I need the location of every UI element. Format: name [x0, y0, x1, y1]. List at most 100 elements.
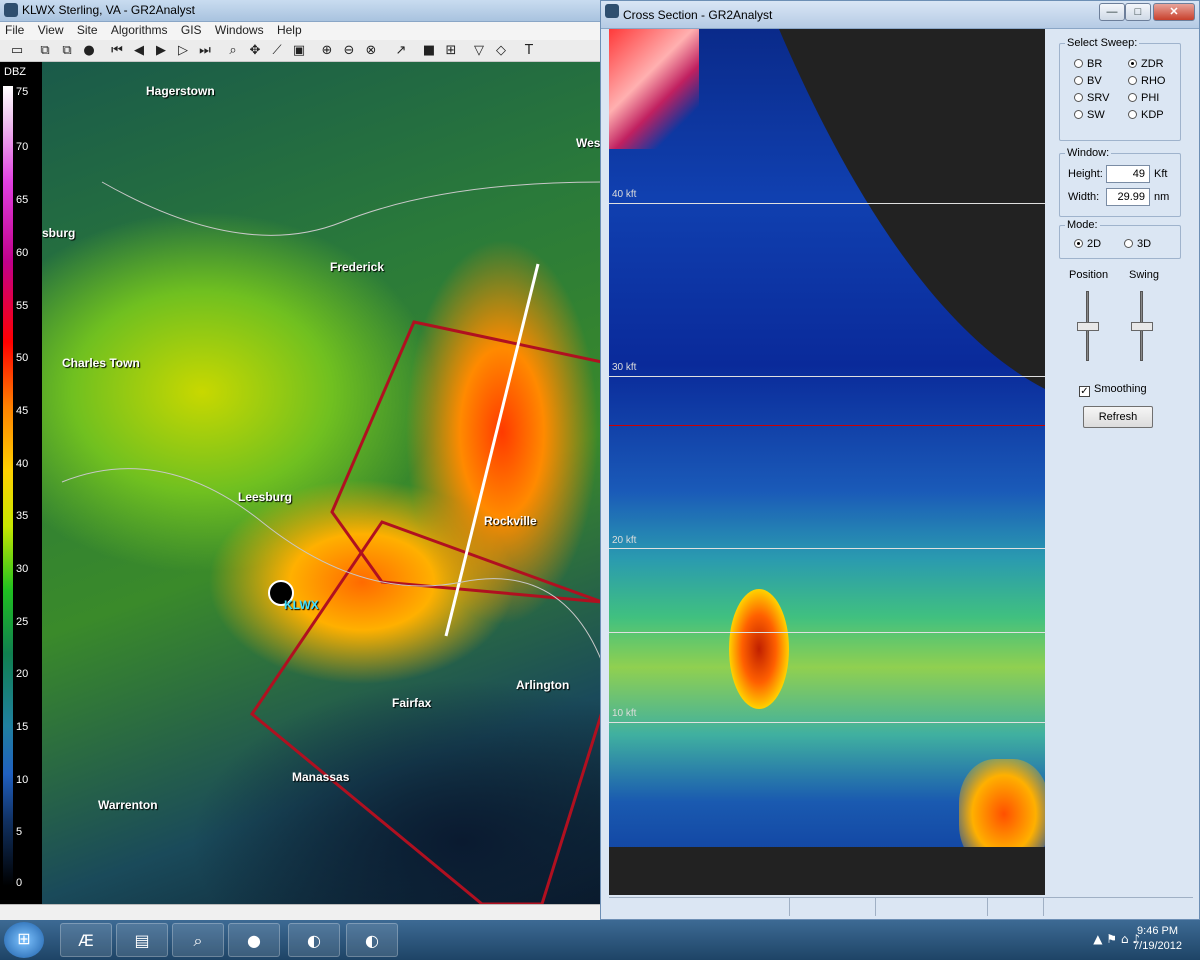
gr2analyst-icon[interactable]: ◐	[346, 923, 398, 957]
radar-map[interactable]: Hagerstown sburg Wes Frederick Charles T…	[42, 62, 602, 904]
mode-option-2d[interactable]: 2D	[1074, 238, 1101, 250]
sweep-option-kdp[interactable]: KDP	[1128, 109, 1164, 121]
file-explorer-icon[interactable]: ▤	[116, 923, 168, 957]
legend-tick: 75	[16, 86, 29, 98]
radio-selected-icon	[1074, 239, 1083, 248]
width-field[interactable]: 29.99	[1106, 188, 1150, 206]
radio-icon	[1074, 93, 1083, 102]
height-field[interactable]: 49	[1106, 165, 1150, 183]
position-slider-thumb[interactable]	[1077, 322, 1099, 331]
menu-help[interactable]: Help	[272, 22, 307, 38]
magnifier-icon[interactable]: ⌕	[172, 923, 224, 957]
app-icon	[605, 4, 619, 18]
line-tool-icon[interactable]: ⟋	[268, 42, 286, 60]
height-label: 20 kft	[612, 535, 637, 546]
firefox-icon[interactable]: ●	[228, 923, 280, 957]
status-divider	[987, 898, 988, 916]
height-gridline	[609, 203, 1045, 204]
option-label: ZDR	[1141, 58, 1164, 70]
width-label: Width:	[1068, 191, 1100, 203]
sweep-option-br[interactable]: BR	[1074, 58, 1102, 70]
smoothing-checkbox[interactable]: ✓ Smoothing	[1079, 383, 1147, 397]
paste-icon[interactable]: ⧉	[58, 42, 76, 60]
radio-icon	[1128, 110, 1137, 119]
menu-view[interactable]: View	[33, 22, 69, 38]
menu-windows[interactable]: Windows	[210, 22, 269, 38]
sweep-option-bv[interactable]: BV	[1074, 75, 1102, 87]
legend-tick: 10	[16, 774, 29, 786]
status-divider	[789, 898, 790, 916]
zoom-icon[interactable]: ⌕	[224, 42, 242, 60]
cross-section-plot[interactable]: 40 kft 30 kft 20 kft 10 kft	[609, 29, 1045, 895]
record-icon[interactable]: ●	[80, 42, 98, 60]
menu-site[interactable]: Site	[72, 22, 103, 38]
legend-tick: 15	[16, 721, 29, 733]
cross-section-line[interactable]	[444, 263, 540, 637]
legend-tick: 40	[16, 458, 29, 470]
sweep-option-rho[interactable]: RHO	[1128, 75, 1165, 87]
refresh-button[interactable]: Refresh	[1083, 406, 1153, 428]
option-label: BV	[1087, 75, 1102, 87]
height-label: 40 kft	[612, 189, 637, 200]
height-label: Height:	[1068, 168, 1103, 180]
open-icon[interactable]: ▭	[8, 42, 26, 60]
zoom-in-icon[interactable]: ⊕	[318, 42, 336, 60]
sweep-option-phi[interactable]: PHI	[1128, 92, 1159, 104]
maximize-button[interactable]: □	[1125, 3, 1151, 21]
filter-icon[interactable]: ▽	[470, 42, 488, 60]
city-label: Manassas	[292, 770, 350, 784]
smoothing-label: Smoothing	[1094, 383, 1147, 395]
swing-slider-thumb[interactable]	[1131, 322, 1153, 331]
legend-tick: 65	[16, 194, 29, 206]
reference-line	[609, 425, 1045, 426]
window-icon[interactable]: ▣	[290, 42, 308, 60]
taskbar-app-icon[interactable]: Æ	[60, 923, 112, 957]
clock-date: 7/19/2012	[1133, 940, 1182, 952]
sweep-option-sw[interactable]: SW	[1074, 109, 1105, 121]
first-frame-icon[interactable]: ⏮	[108, 42, 126, 60]
city-label: Hagerstown	[146, 84, 215, 98]
sweep-option-zdr[interactable]: ZDR	[1128, 58, 1164, 70]
city-label: Fairfax	[392, 696, 432, 710]
position-label: Position	[1069, 269, 1109, 281]
legend-tick: 5	[16, 826, 23, 838]
width-unit: nm	[1154, 191, 1170, 203]
mode-caption: Mode:	[1065, 219, 1100, 231]
start-button[interactable]: ⊞	[4, 922, 44, 958]
step-forward-icon[interactable]: ▷	[174, 42, 192, 60]
flag-icon[interactable]: ⚑	[1106, 932, 1117, 946]
menu-algorithms[interactable]: Algorithms	[106, 22, 173, 38]
legend-tick: 50	[16, 352, 29, 364]
clock[interactable]: 9:46 PM 7/19/2012	[1133, 924, 1182, 954]
radio-icon	[1074, 59, 1083, 68]
minimize-button[interactable]: —	[1099, 3, 1125, 21]
close-button[interactable]: ✕	[1153, 3, 1195, 21]
xs-titlebar[interactable]: Cross Section - GR2Analyst — □ ✕	[601, 1, 1199, 29]
mode-group: Mode: 2D 3D	[1059, 219, 1181, 259]
step-back-icon[interactable]: ◀	[130, 42, 148, 60]
diamond-icon[interactable]: ◇	[492, 42, 510, 60]
radio-icon	[1074, 110, 1083, 119]
select-sweep-caption: Select Sweep:	[1065, 37, 1140, 49]
sweep-option-srv[interactable]: SRV	[1074, 92, 1109, 104]
stop-icon[interactable]: ■	[420, 42, 438, 60]
menu-gis[interactable]: GIS	[176, 22, 207, 38]
text-icon[interactable]: T	[520, 42, 538, 60]
network-icon[interactable]: ⌂	[1121, 932, 1129, 946]
mode-option-3d[interactable]: 3D	[1124, 238, 1151, 250]
show-hidden-icon[interactable]: ▲	[1093, 932, 1102, 946]
color-bar	[3, 86, 13, 886]
menu-file[interactable]: File	[0, 22, 29, 38]
bracket-icon[interactable]: ⊞	[442, 42, 460, 60]
measure-icon[interactable]: ↗	[392, 42, 410, 60]
zoom-reset-icon[interactable]: ⊗	[362, 42, 380, 60]
station-label: KLWX	[284, 598, 319, 612]
gr2analyst-icon[interactable]: ◐	[288, 923, 340, 957]
zoom-out-icon[interactable]: ⊖	[340, 42, 358, 60]
city-label: Wes	[576, 136, 601, 150]
play-icon[interactable]: ▶	[152, 42, 170, 60]
county-line	[101, 181, 602, 236]
copy-icon[interactable]: ⧉	[36, 42, 54, 60]
pan-icon[interactable]: ✥	[246, 42, 264, 60]
last-frame-icon[interactable]: ⏭	[196, 42, 214, 60]
